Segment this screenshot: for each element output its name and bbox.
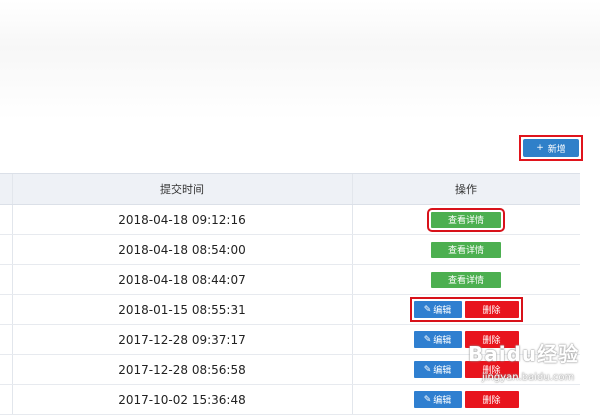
actions-cell: 查看详情 <box>352 241 580 258</box>
table-header: 提交时间 操作 <box>0 173 580 205</box>
add-button[interactable]: + 新增 <box>523 139 579 157</box>
add-button-label: 新增 <box>547 144 566 155</box>
view-detail-button[interactable]: 查看详情 <box>431 271 501 288</box>
view-detail-button[interactable]: 查看详情 <box>427 207 505 232</box>
header-submit-time: 提交时间 <box>160 183 204 196</box>
add-button-highlight: + 新增 <box>519 135 583 161</box>
submit-time-cell: 2017-12-28 08:56:58 <box>118 362 246 377</box>
edit-button[interactable]: ✎ 编辑 <box>413 331 462 348</box>
submit-time-cell: 2018-04-18 09:12:16 <box>118 212 246 227</box>
watermark-url: jingyan.baidu.com <box>482 372 575 383</box>
actions-cell: 查看详情 <box>352 207 580 232</box>
table-row: 2018-04-18 09:12:16 查看详情 <box>0 205 580 235</box>
actions-cell: ✎ 编辑 删除 <box>352 297 580 322</box>
edit-button[interactable]: ✎ 编辑 <box>413 301 462 318</box>
submit-time-cell: 2018-01-15 08:55:31 <box>118 302 246 317</box>
edit-label: 编辑 <box>433 336 452 346</box>
table-row: 2018-01-15 08:55:31 ✎ 编辑 删除 <box>0 295 580 325</box>
watermark-brand: Baidu经验 <box>468 342 580 366</box>
plus-icon: + <box>536 143 544 153</box>
pencil-icon: ✎ <box>423 304 432 315</box>
table-row: 2018-04-18 08:44:07 查看详情 <box>0 265 580 295</box>
edit-label: 编辑 <box>433 306 452 316</box>
pencil-icon: ✎ <box>423 334 432 345</box>
submit-time-cell: 2018-04-18 08:44:07 <box>118 272 246 287</box>
header-actions: 操作 <box>455 183 477 196</box>
actions-cell: 查看详情 <box>352 271 580 288</box>
edit-label: 编辑 <box>433 366 452 376</box>
edit-delete-highlight: ✎ 编辑 删除 <box>409 297 523 322</box>
table-row: 2018-04-18 08:54:00 查看详情 <box>0 235 580 265</box>
submit-time-cell: 2017-12-28 09:37:17 <box>118 332 246 347</box>
delete-button[interactable]: 删除 <box>464 301 519 318</box>
edit-button[interactable]: ✎ 编辑 <box>413 361 462 378</box>
blank-area <box>0 0 600 120</box>
submit-time-cell: 2018-04-18 08:54:00 <box>118 242 246 257</box>
pencil-icon: ✎ <box>423 364 432 375</box>
baidu-jingyan-watermark: Baidu经验 jingyan.baidu.com <box>468 338 594 392</box>
view-detail-button[interactable]: 查看详情 <box>431 241 501 258</box>
